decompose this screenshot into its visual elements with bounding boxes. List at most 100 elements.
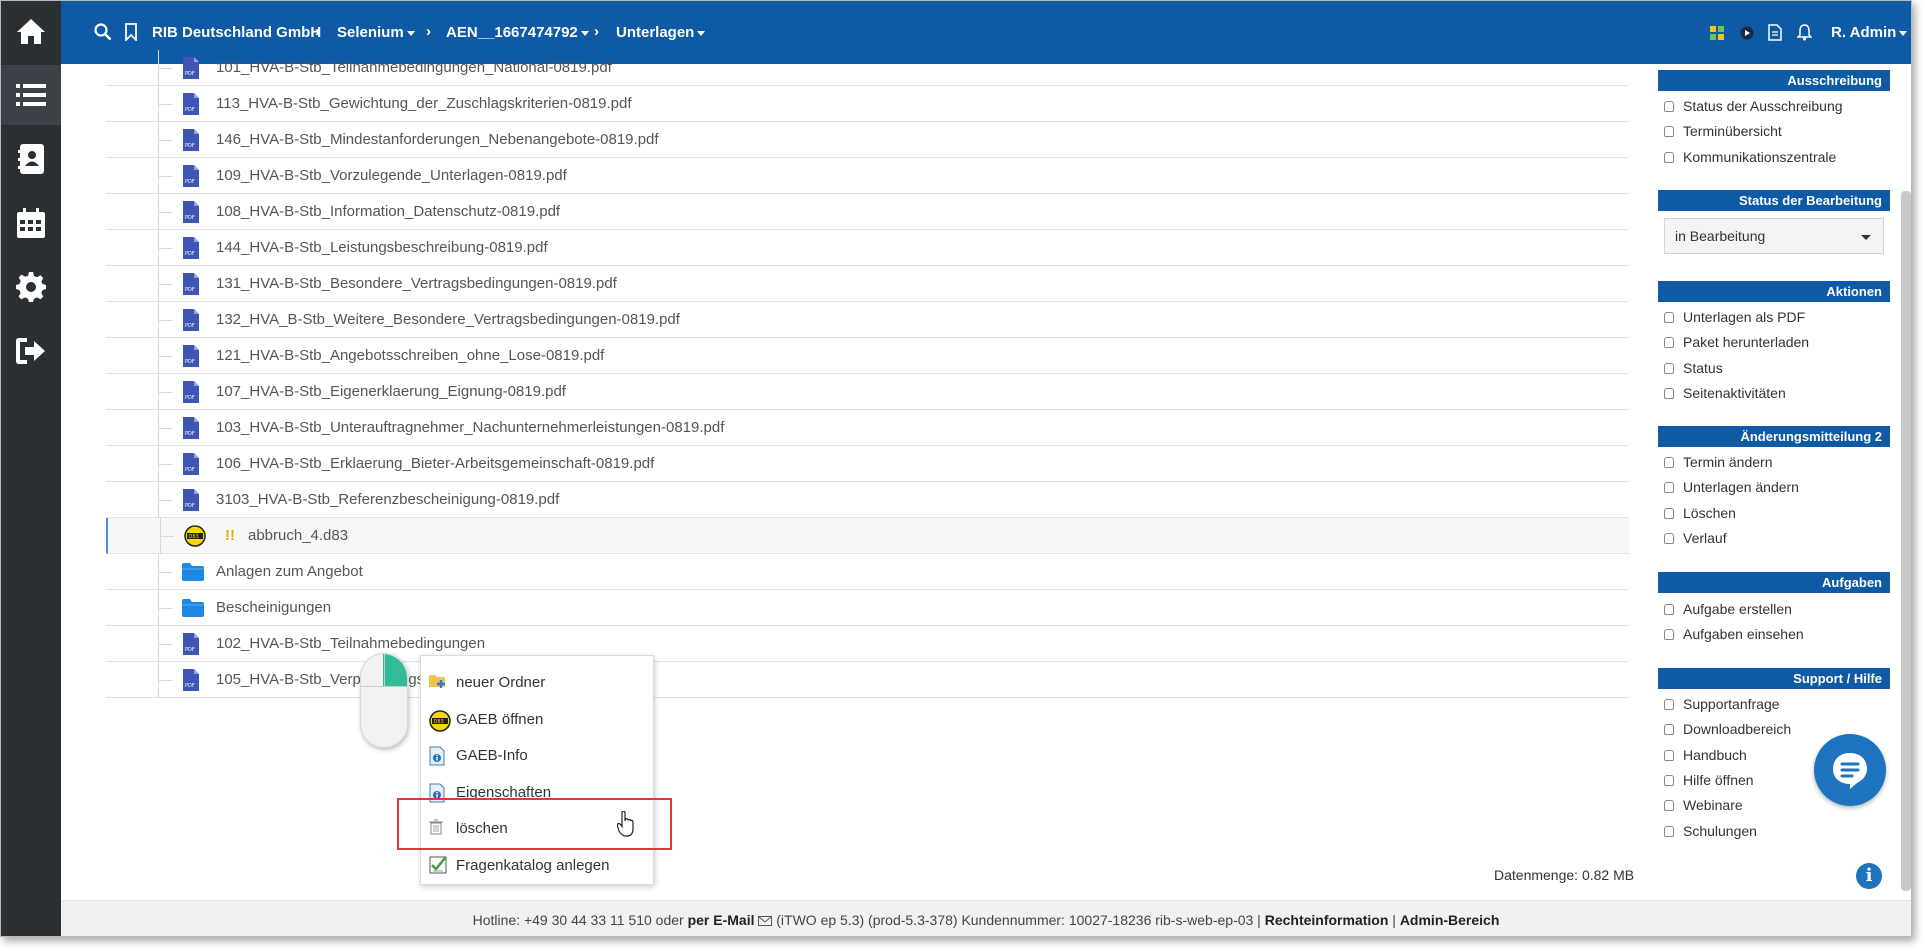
pdf-icon: PDF [182,165,200,191]
scrollbar[interactable] [1901,191,1911,891]
contacts-button[interactable] [1,129,61,189]
sidebar-link[interactable]: Aufgabe erstellen [1664,601,1792,617]
breadcrumb-company[interactable]: RIB Deutschland GmbH [152,24,321,41]
context-menu-item[interactable]: D83 GAEB öffnen [421,701,655,737]
status-dropdown[interactable]: in Bearbeitung [1664,218,1884,254]
logout-button[interactable] [1,321,61,381]
sidebar-link[interactable]: Termin ändern [1664,454,1773,470]
sidebar-link[interactable]: Kommunikationszentrale [1664,149,1836,165]
file-row[interactable]: PDF 131_HVA-B-Stb_Besondere_Vertragsbedin… [106,266,1629,302]
chat-bubble-icon [1833,753,1867,789]
sidebar-link[interactable]: Hilfe öffnen [1664,772,1754,788]
home-button[interactable] [1,1,61,61]
folder-row[interactable]: Anlagen zum Angebot [106,554,1629,590]
file-name[interactable]: 131_HVA-B-Stb_Besondere_Vertragsbedingun… [216,275,617,292]
chat-button[interactable] [1814,734,1886,806]
breadcrumb-project[interactable]: AEN__1667474792 [446,24,589,41]
file-row[interactable]: PDF 107_HVA-B-Stb_Eigenerklaerung_Eignung… [106,374,1629,410]
file-name[interactable]: 113_HVA-B-Stb_Gewichtung_der_Zuschlagskr… [216,95,632,112]
file-name[interactable]: Bescheinigungen [216,599,331,616]
sidebar-link[interactable]: Webinare [1664,797,1743,813]
sidebar-link[interactable]: Unterlagen ändern [1664,479,1799,495]
file-name[interactable]: 121_HVA-B-Stb_Angebotsschreiben_ohne_Los… [216,347,604,364]
svg-text:PDF: PDF [185,503,195,509]
file-name[interactable]: 107_HVA-B-Stb_Eigenerklaerung_Eignung-08… [216,383,566,400]
file-row[interactable]: PDF 105_HVA-B-Stb_Verpflichtungserklaerun… [106,662,1629,698]
file-row[interactable]: PDF 106_HVA-B-Stb_Erklaerung_Bieter-Arbei… [106,446,1629,482]
folder-row[interactable]: Bescheinigungen [106,590,1629,626]
file-row[interactable]: PDF 108_HVA-B-Stb_Information_Datenschutz… [106,194,1629,230]
file-row[interactable]: PDF 103_HVA-B-Stb_Unterauftragnehmer_Nach… [106,410,1629,446]
sidebar-link[interactable]: Seitenaktivitäten [1664,385,1786,401]
file-row[interactable]: PDF 121_HVA-B-Stb_Angebotsschreiben_ohne_… [106,338,1629,374]
apps-icon[interactable] [1710,26,1724,40]
breadcrumb-selenium[interactable]: Selenium [337,24,415,41]
sidebar-link[interactable]: Verlauf [1664,530,1727,546]
sidebar-link[interactable]: Supportanfrage [1664,696,1780,712]
file-row[interactable]: PDF 113_HVA-B-Stb_Gewichtung_der_Zuschlag… [106,86,1629,122]
info-icon[interactable]: i [1856,863,1882,889]
status-dot-icon[interactable] [1740,26,1754,40]
gear-icon [16,272,46,302]
file-name[interactable]: 132_HVA_B-Stb_Weitere_Besondere_Vertrags… [216,311,680,328]
calendar-button[interactable] [1,193,61,253]
sidebar-link-label: Unterlagen als PDF [1683,309,1806,325]
file-name[interactable]: 106_HVA-B-Stb_Erklaerung_Bieter-Arbeitsg… [216,455,654,472]
context-menu-item[interactable]: GAEB-Info [421,737,655,773]
context-menu-item[interactable]: neuer Ordner [421,664,655,700]
bookmark-icon[interactable] [124,23,138,41]
sidebar-link[interactable]: Unterlagen als PDF [1664,309,1805,325]
calendar-icon [17,208,45,238]
footer-legal-link[interactable]: Rechteinformation [1265,912,1389,928]
user-menu[interactable]: R. Admin [1831,24,1908,41]
file-row[interactable]: PDF 144_HVA-B-Stb_Leistungsbeschreibung-0… [106,230,1629,266]
tree-line [158,212,172,213]
file-name[interactable]: 146_HVA-B-Stb_Mindestanforderungen_Neben… [216,131,659,148]
footer-email-link[interactable]: per E-Mail [688,912,755,928]
list-button[interactable] [1,65,61,125]
bell-icon[interactable] [1797,24,1812,41]
sidebar-link[interactable]: Status [1664,360,1723,376]
sidebar-link[interactable]: Handbuch [1664,747,1747,763]
svg-text:PDF: PDF [185,107,195,113]
file-name[interactable]: 101_HVA-B-Stb_Teilnahmebedingungen_Natio… [216,59,612,76]
sidebar-link[interactable]: Terminübersicht [1664,123,1782,139]
file-row[interactable]: PDF 146_HVA-B-Stb_Mindestanforderungen_Ne… [106,122,1629,158]
home-icon [17,19,45,44]
file-name[interactable]: Anlagen zum Angebot [216,563,363,580]
sidebar-link[interactable]: Löschen [1664,505,1736,521]
sidebar-link[interactable]: Downloadbereich [1664,721,1791,737]
file-name[interactable]: abbruch_4.d83 [248,527,348,544]
file-row[interactable]: PDF 3103_HVA-B-Stb_Referenzbescheinigung-… [106,482,1629,518]
context-menu-item[interactable]: Fragenkatalog anlegen [421,847,655,883]
sidebar-link[interactable]: Status der Ausschreibung [1664,98,1843,114]
file-row[interactable]: PDF 102_HVA-B-Stb_Teilnahmebedingungen [106,626,1629,662]
tree-line [158,176,172,177]
context-menu: neuer Ordner D83 GAEB öffnen GAEB-Info Eigen… [420,655,654,885]
svg-text:PDF: PDF [185,647,195,653]
sidebar-link[interactable]: Aufgaben einsehen [1664,626,1804,642]
breadcrumb-unterlagen[interactable]: Unterlagen [616,24,706,41]
file-name[interactable]: 102_HVA-B-Stb_Teilnahmebedingungen [216,635,485,652]
svg-text:PDF: PDF [185,287,195,293]
pdf-icon: PDF [182,57,200,83]
document-icon[interactable] [1768,24,1782,41]
sidebar-link-label: Aufgaben einsehen [1683,626,1804,643]
file-name[interactable]: 108_HVA-B-Stb_Information_Datenschutz-08… [216,203,560,220]
svg-text:PDF: PDF [185,359,195,365]
file-row[interactable]: PDF 132_HVA_B-Stb_Weitere_Besondere_Vertr… [106,302,1629,338]
file-name[interactable]: 109_HVA-B-Stb_Vorzulegende_Unterlagen-08… [216,167,567,184]
sidebar-link[interactable]: Paket herunterladen [1664,334,1809,350]
file-name[interactable]: 3103_HVA-B-Stb_Referenzbescheinigung-081… [216,491,559,508]
breadcrumb-separator: › [594,23,599,40]
file-row[interactable]: D83!! abbruch_4.d83 [106,518,1629,554]
file-name[interactable]: 103_HVA-B-Stb_Unterauftragnehmer_Nachunt… [216,419,724,436]
sidebar-link[interactable]: Schulungen [1664,823,1757,839]
file-row[interactable]: PDF 101_HVA-B-Stb_Teilnahmebedingungen_Na… [106,50,1629,86]
search-icon[interactable] [94,23,112,41]
footer-admin-link[interactable]: Admin-Bereich [1400,912,1500,928]
file-name[interactable]: 144_HVA-B-Stb_Leistungsbeschreibung-0819… [216,239,548,256]
bullet-icon [1664,507,1674,519]
file-row[interactable]: PDF 109_HVA-B-Stb_Vorzulegende_Unterlagen… [106,158,1629,194]
settings-button[interactable] [1,257,61,317]
